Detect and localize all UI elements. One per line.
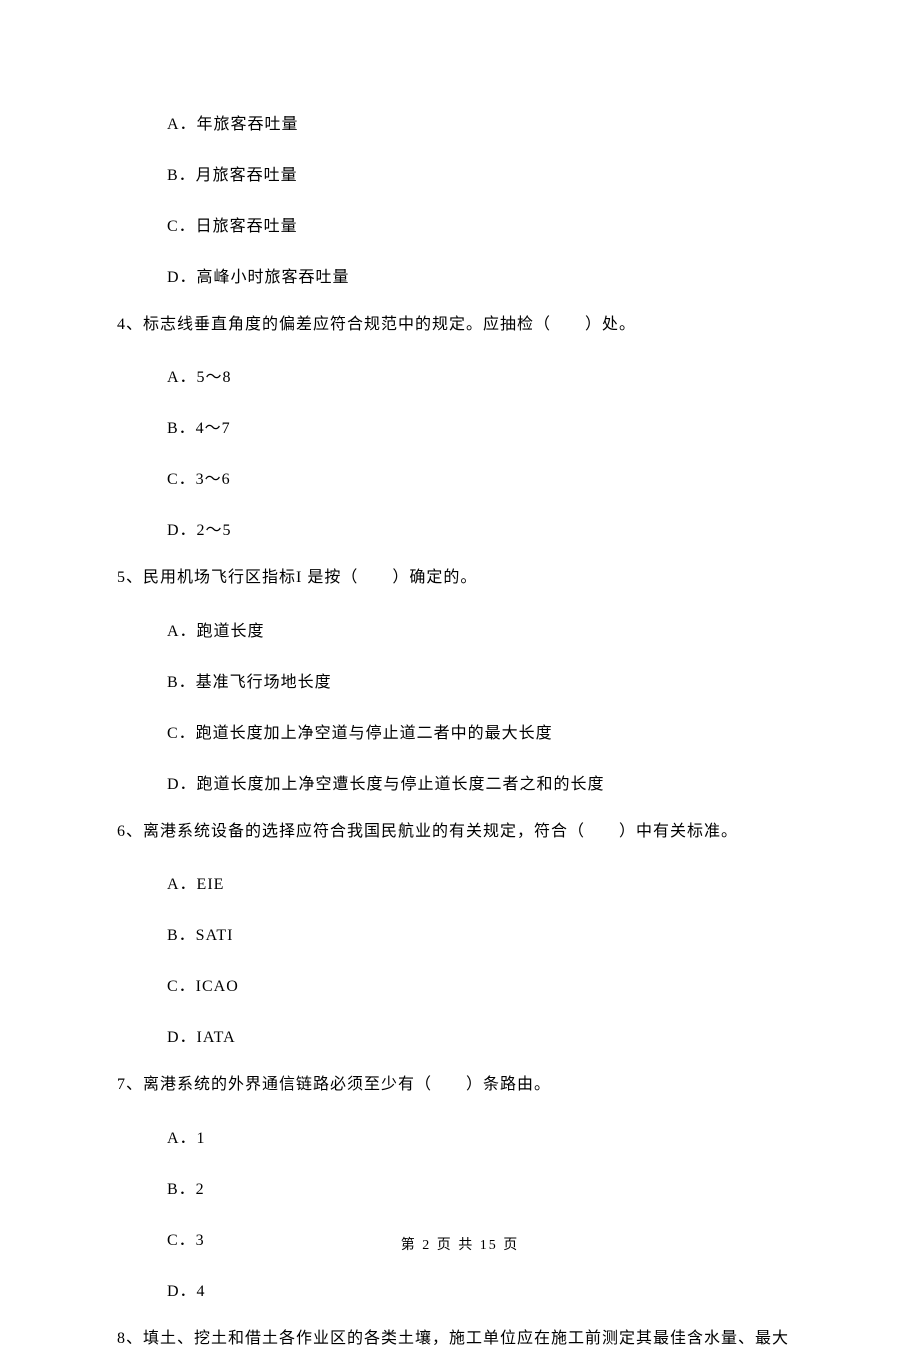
q7-option-a: A．1 [167,1124,920,1148]
q3-option-b: B．月旅客吞吐量 [167,161,920,185]
q6-text: 6、离港系统设备的选择应符合我国民航业的有关规定，符合（ ）中有关标准。 [117,821,820,843]
page-container: A．年旅客吞吐量 B．月旅客吞吐量 C．日旅客吞吐量 D．高峰小时旅客吞吐量 4… [0,0,920,1302]
q7-option-b: B．2 [167,1175,920,1199]
q5-option-a: A．跑道长度 [167,617,920,641]
q4-option-d: D．2～5 [167,516,920,540]
q3-option-c: C．日旅客吞吐量 [167,212,920,236]
q3-option-d: D．高峰小时旅客吞吐量 [167,263,920,287]
q6-option-b: B．SATI [167,921,920,945]
q4-option-a: A．5～8 [167,363,920,387]
q6-option-a: A．EIE [167,870,920,894]
q7-text: 7、离港系统的外界通信链路必须至少有（ ）条路由。 [117,1074,820,1096]
page-footer: 第 2 页 共 15 页 [0,1234,920,1254]
q4-option-b: B．4～7 [167,414,920,438]
q4-text: 4、标志线垂直角度的偏差应符合规范中的规定。应抽检（ ）处。 [117,314,820,336]
q5-option-b: B．基准飞行场地长度 [167,668,920,692]
q6-option-c: C．ICAO [167,972,920,996]
q4-option-c: C．3～6 [167,465,920,489]
q5-option-c: C．跑道长度加上净空道与停止道二者中的最大长度 [167,719,920,743]
q8-text: 8、填土、挖土和借土各作业区的各类土壤，施工单位应在施工前测定其最佳含水量、最大 [117,1328,820,1350]
q5-text: 5、民用机场飞行区指标I 是按（ ）确定的。 [117,567,820,589]
q3-option-a: A．年旅客吞吐量 [167,110,920,134]
q5-option-d: D．跑道长度加上净空遭长度与停止道长度二者之和的长度 [167,770,920,794]
q6-option-d: D．IATA [167,1023,920,1047]
q7-option-d: D．4 [167,1277,920,1301]
